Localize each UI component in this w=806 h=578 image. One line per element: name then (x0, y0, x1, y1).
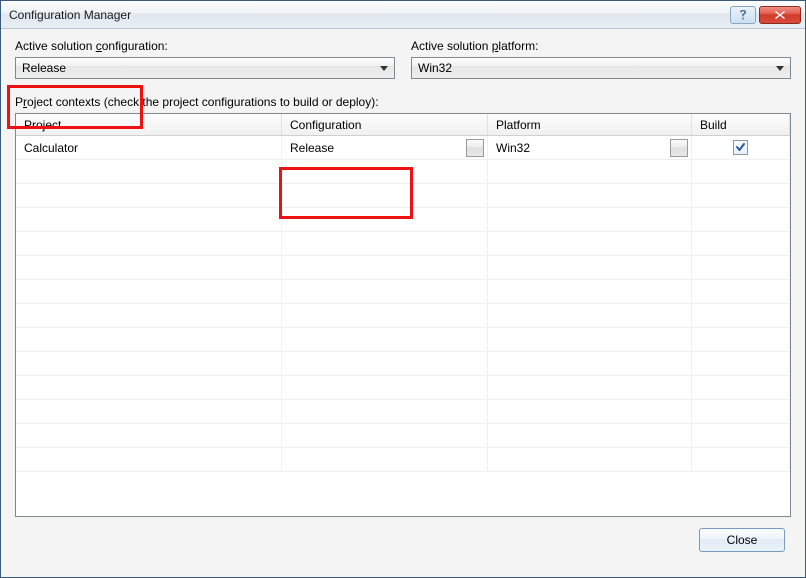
cell-configuration-value: Release (290, 141, 334, 155)
cell-platform[interactable]: Win32 (488, 136, 692, 159)
close-button[interactable]: Close (699, 528, 785, 552)
cell-project: Calculator (16, 136, 282, 159)
project-contexts-label: Project contexts (check the project conf… (15, 95, 791, 109)
window-title: Configuration Manager (9, 8, 727, 22)
active-config-combo[interactable]: Release (15, 57, 395, 79)
col-header-project[interactable]: Project (16, 114, 282, 135)
close-icon (774, 10, 786, 20)
build-checkbox[interactable] (733, 140, 748, 155)
dialog-footer: Close (15, 517, 791, 563)
window-close-button[interactable] (759, 6, 801, 24)
client-area: Active solution configuration: Release A… (1, 29, 805, 577)
table-row (16, 280, 790, 304)
table-row: Calculator Release Win32 (16, 136, 790, 160)
grid-header: Project Configuration Platform Build (16, 114, 790, 136)
active-platform-group: Active solution platform: Win32 (411, 39, 791, 79)
table-row (16, 448, 790, 472)
active-platform-combo[interactable]: Win32 (411, 57, 791, 79)
chevron-down-icon (776, 66, 784, 71)
project-contexts-grid: Project Configuration Platform Build Cal… (15, 113, 791, 517)
table-row (16, 424, 790, 448)
active-config-value: Release (22, 61, 380, 75)
active-platform-value: Win32 (418, 61, 776, 75)
active-platform-label: Active solution platform: (411, 39, 791, 53)
table-row (16, 160, 790, 184)
col-header-build[interactable]: Build (692, 114, 790, 135)
table-row (16, 400, 790, 424)
cell-platform-value: Win32 (496, 141, 530, 155)
help-icon (738, 9, 748, 21)
cell-build (692, 136, 790, 159)
top-row: Active solution configuration: Release A… (15, 39, 791, 79)
configuration-dropdown-button[interactable] (466, 139, 484, 157)
table-row (16, 376, 790, 400)
chevron-down-icon (380, 66, 388, 71)
configuration-manager-window: Configuration Manager Active solution co… (0, 0, 806, 578)
active-config-group: Active solution configuration: Release (15, 39, 395, 79)
table-row (16, 352, 790, 376)
title-bar: Configuration Manager (1, 1, 805, 29)
col-header-configuration[interactable]: Configuration (282, 114, 488, 135)
active-config-label: Active solution configuration: (15, 39, 395, 53)
help-button[interactable] (730, 6, 756, 24)
cell-configuration[interactable]: Release (282, 136, 488, 159)
table-row (16, 208, 790, 232)
platform-dropdown-button[interactable] (670, 139, 688, 157)
table-row (16, 304, 790, 328)
col-header-platform[interactable]: Platform (488, 114, 692, 135)
table-row (16, 328, 790, 352)
table-row (16, 232, 790, 256)
table-row (16, 256, 790, 280)
check-icon (735, 142, 746, 153)
grid-body: Calculator Release Win32 (16, 136, 790, 516)
table-row (16, 184, 790, 208)
